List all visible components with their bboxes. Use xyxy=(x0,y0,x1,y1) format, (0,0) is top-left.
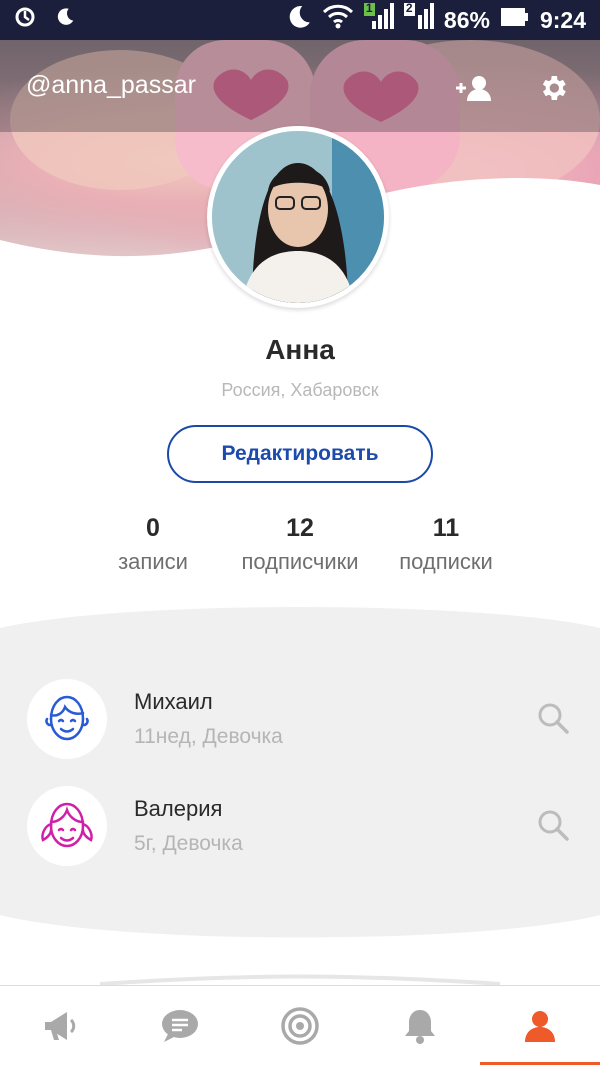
signal-sim2-icon: 2 xyxy=(403,1,434,37)
child-name: Михаил xyxy=(134,689,213,714)
chat-icon xyxy=(162,1010,198,1042)
add-user-icon xyxy=(456,76,491,101)
search-icon[interactable] xyxy=(536,808,570,842)
nav-messages[interactable] xyxy=(120,986,240,1065)
username: @anna_passar xyxy=(26,71,196,99)
stat-followers[interactable]: 12 подписчики xyxy=(226,514,374,575)
stat-following[interactable]: 11 подписки xyxy=(386,514,506,575)
stat-following-label: подписки xyxy=(399,549,493,574)
edit-profile-button[interactable]: Редактировать xyxy=(167,425,433,483)
settings-button[interactable] xyxy=(533,68,573,108)
stat-posts[interactable]: 0 записи xyxy=(103,514,203,575)
children-panel xyxy=(0,607,600,938)
child-item-valeria[interactable]: Валерия 5г, Девочка xyxy=(0,786,600,866)
stat-following-value: 11 xyxy=(432,514,460,542)
profile-icon xyxy=(525,1011,555,1042)
child-avatar xyxy=(27,679,107,759)
child-item-mikhail[interactable]: Михаил 11нед, Девочка xyxy=(0,679,600,759)
stat-posts-label: записи xyxy=(118,549,188,574)
megaphone-icon xyxy=(45,1012,76,1040)
profile-name: Анна xyxy=(265,334,335,365)
search-icon[interactable] xyxy=(536,701,570,735)
nav-notifications[interactable] xyxy=(360,986,480,1065)
status-bar: 1 2 86% 9:24 xyxy=(0,0,600,40)
target-icon xyxy=(281,1007,319,1045)
add-user-button[interactable] xyxy=(453,68,493,108)
nav-profile[interactable] xyxy=(480,986,600,1065)
boy-face-icon xyxy=(45,695,89,741)
child-info: 11нед, Девочка xyxy=(134,725,283,748)
moon-icon xyxy=(286,4,312,36)
sim2-label: 2 xyxy=(405,1,413,15)
nav-news[interactable] xyxy=(0,986,120,1065)
child-avatar xyxy=(27,786,107,866)
clock: 9:24 xyxy=(539,6,586,33)
wifi-icon xyxy=(322,4,354,36)
avatar-photo xyxy=(212,131,384,303)
sim1-label: 1 xyxy=(365,1,373,15)
stat-followers-value: 12 xyxy=(286,514,314,542)
bell-icon xyxy=(405,1010,435,1044)
stat-followers-label: подписчики xyxy=(241,549,359,574)
battery-percent: 86% xyxy=(443,6,490,33)
stat-posts-value: 0 xyxy=(146,514,160,542)
child-info: 5г, Девочка xyxy=(134,832,243,855)
do-not-disturb-moon-icon xyxy=(54,6,76,34)
data-saver-icon xyxy=(14,5,38,35)
profile-location: Россия, Хабаровск xyxy=(221,380,379,400)
signal-sim1-icon: 1 xyxy=(363,1,394,37)
profile-stats: 0 записи 12 подписчики 11 подписки xyxy=(0,514,600,584)
girl-face-icon xyxy=(41,802,93,848)
child-name: Валерия xyxy=(134,796,223,821)
nav-goals[interactable] xyxy=(240,986,360,1065)
gear-icon xyxy=(542,76,566,100)
battery-icon xyxy=(500,6,530,34)
profile-avatar[interactable] xyxy=(207,126,389,308)
bottom-navigation xyxy=(0,985,600,1065)
